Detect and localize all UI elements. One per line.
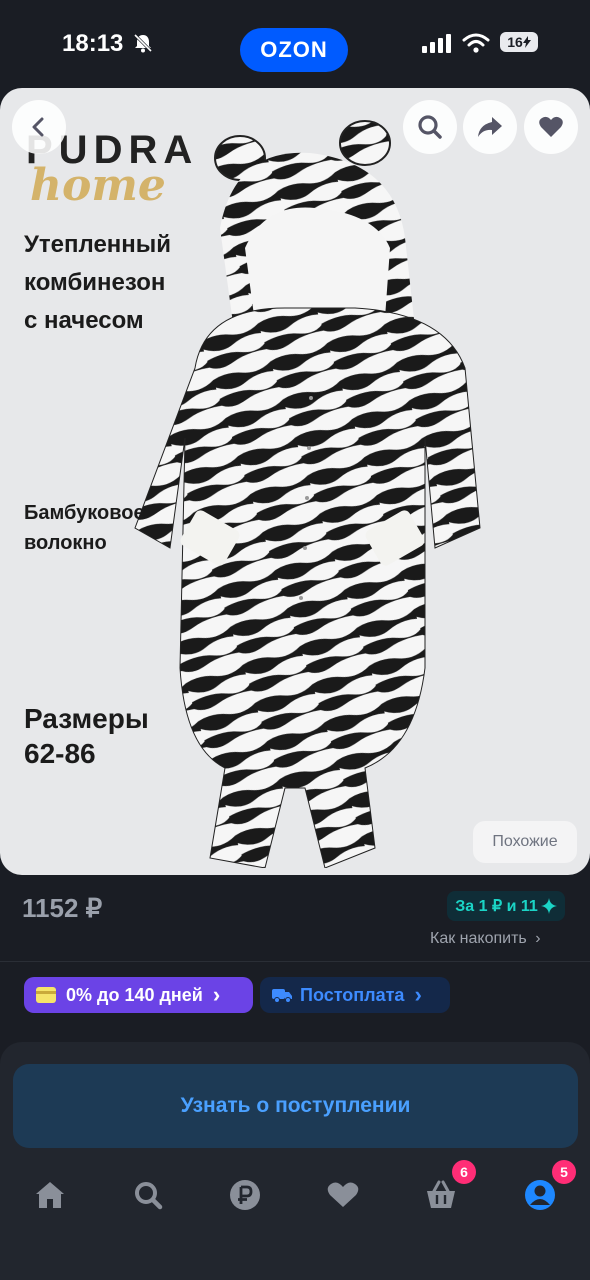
search-icon: [418, 115, 442, 139]
back-icon: [32, 117, 44, 137]
product-image[interactable]: PUDRA home Утепленный комбинезон с начес…: [0, 88, 590, 875]
installment-chip[interactable]: 0% до 140 дней ›: [24, 977, 253, 1013]
signal-icon: [422, 34, 451, 53]
product-tagline: Утепленный комбинезон с начесом: [24, 226, 171, 340]
heart-icon: [539, 116, 563, 137]
tab-home[interactable]: [30, 1175, 70, 1215]
sizes-title: Размеры: [24, 703, 149, 734]
profile-icon: [525, 1180, 555, 1210]
product-feature: Бамбуковое волокно: [24, 498, 145, 558]
tab-favorites[interactable]: [323, 1175, 363, 1215]
chevron-right-icon: ›: [535, 930, 541, 947]
tagline-line: Утепленный: [24, 231, 172, 258]
favorite-button[interactable]: [524, 100, 578, 154]
accumulate-label: Как накопить: [430, 930, 527, 947]
sizes-value: 62-86: [24, 738, 96, 769]
chevron-right-icon: ›: [212, 982, 221, 1007]
feature-line: волокно: [24, 532, 107, 554]
status-time: 18:13: [62, 30, 124, 57]
divider: [0, 961, 590, 962]
search-icon: [135, 1182, 163, 1210]
ozon-logo[interactable]: OZON: [240, 28, 348, 72]
postpay-chip[interactable]: Постоплата ›: [260, 977, 450, 1013]
postpay-label: Постоплата: [300, 984, 405, 1005]
ruble-icon: [230, 1180, 260, 1210]
wifi-icon: [462, 33, 490, 53]
notify-button[interactable]: Узнать о поступлении: [13, 1064, 578, 1148]
search-button[interactable]: [403, 100, 457, 154]
points-badge[interactable]: За 1 ₽ и 11: [447, 891, 565, 921]
battery-indicator: 16: [500, 32, 538, 52]
chevron-right-icon: ›: [414, 982, 422, 1007]
card-icon: [36, 987, 56, 1003]
profile-badge: 5: [552, 1160, 576, 1184]
truck-icon: [272, 989, 292, 1003]
tab-search[interactable]: [128, 1175, 168, 1215]
tab-ruble[interactable]: [225, 1175, 265, 1215]
product-price: 1152 ₽: [22, 893, 103, 923]
points-label: За 1 ₽ и 11: [455, 898, 538, 915]
heart-icon: [327, 1182, 359, 1207]
feature-line: Бамбуковое: [24, 502, 145, 524]
tagline-line: с начесом: [24, 307, 144, 334]
battery-level: 16: [507, 34, 523, 50]
charging-bolt-icon: [522, 36, 531, 48]
cart-badge: 6: [452, 1160, 476, 1184]
share-icon: [478, 117, 502, 137]
share-button[interactable]: [463, 100, 517, 154]
tagline-line: комбинезон: [24, 269, 166, 296]
similar-button[interactable]: Похожие: [473, 821, 577, 863]
brand-subtitle: home: [30, 160, 166, 211]
installment-label: 0% до 140 дней: [66, 984, 203, 1005]
status-bar: 18:13 OZON 16: [0, 0, 590, 90]
zebra-onesie-image: [134, 120, 481, 868]
home-icon: [36, 1182, 64, 1208]
back-button[interactable]: [12, 100, 66, 154]
how-to-accumulate-link[interactable]: Как накопить ›: [430, 930, 541, 948]
bell-muted-icon: [133, 33, 153, 53]
sparkle-icon: [540, 898, 557, 914]
basket-icon: [427, 1180, 455, 1208]
tab-profile[interactable]: [520, 1175, 560, 1215]
tab-cart[interactable]: [421, 1175, 461, 1215]
